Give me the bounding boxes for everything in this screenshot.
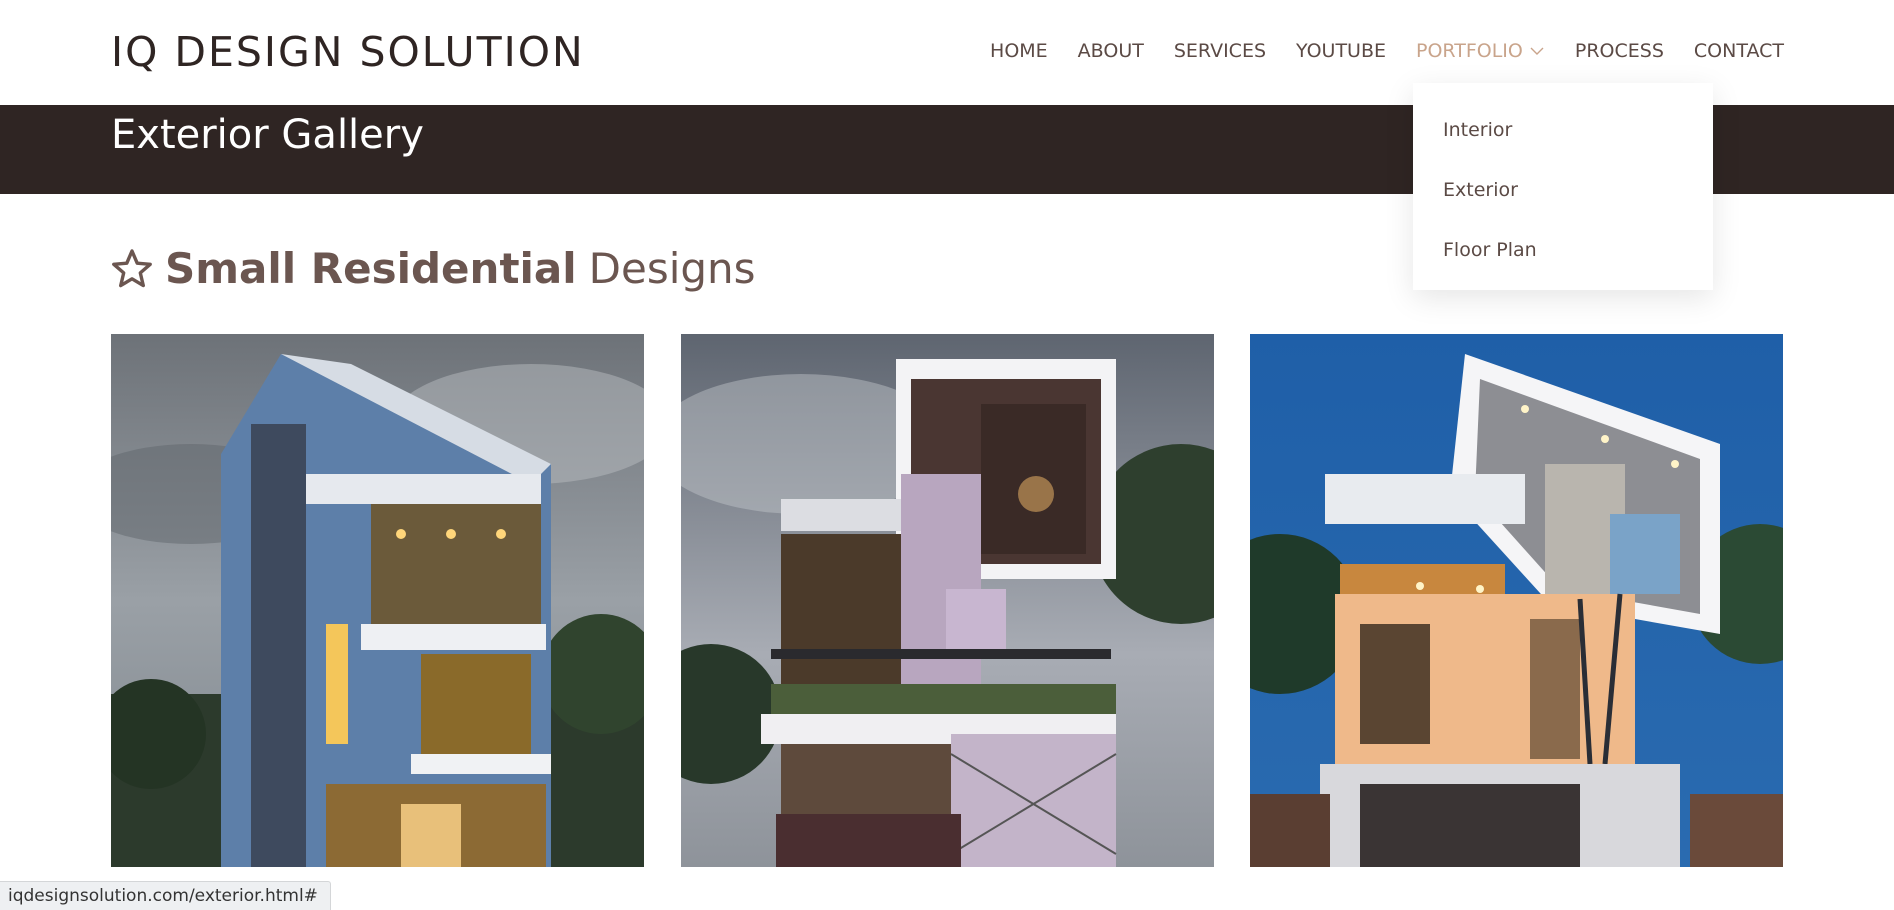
star-icon (112, 248, 152, 287)
browser-status-bar: iqdesignsolution.com/exterior.html# (0, 881, 331, 910)
nav-portfolio-label: PORTFOLIO (1416, 40, 1523, 62)
section-heading: Small Residential Designs (111, 244, 756, 293)
nav-services[interactable]: SERVICES (1174, 40, 1266, 62)
main-nav: HOME ABOUT SERVICES YOUTUBE PORTFOLIO PR… (990, 40, 1784, 62)
house-render-2-image (681, 334, 1214, 867)
nav-youtube[interactable]: YOUTUBE (1296, 40, 1386, 62)
portfolio-dropdown: Interior Exterior Floor Plan (1413, 83, 1713, 290)
nav-portfolio[interactable]: PORTFOLIO (1416, 40, 1545, 62)
house-render-3-image (1250, 334, 1783, 867)
house-render-1-image (111, 334, 644, 867)
site-logo[interactable]: IQ DESIGN SOLUTION (111, 28, 585, 76)
dropdown-item-interior[interactable]: Interior (1413, 107, 1713, 167)
page-title: Exterior Gallery (111, 112, 424, 158)
chevron-down-icon (1530, 47, 1544, 55)
nav-process[interactable]: PROCESS (1575, 40, 1664, 62)
dropdown-item-floor-plan[interactable]: Floor Plan (1413, 227, 1713, 287)
gallery-image-2[interactable] (681, 334, 1214, 867)
exterior-gallery (111, 334, 1784, 867)
dropdown-item-exterior[interactable]: Exterior (1413, 167, 1713, 227)
gallery-image-1[interactable] (111, 334, 644, 867)
gallery-image-3[interactable] (1250, 334, 1783, 867)
nav-about[interactable]: ABOUT (1078, 40, 1144, 62)
heading-light: Designs (588, 244, 756, 293)
nav-contact[interactable]: CONTACT (1694, 40, 1784, 62)
heading-strong: Small Residential (165, 244, 577, 293)
nav-home[interactable]: HOME (990, 40, 1048, 62)
